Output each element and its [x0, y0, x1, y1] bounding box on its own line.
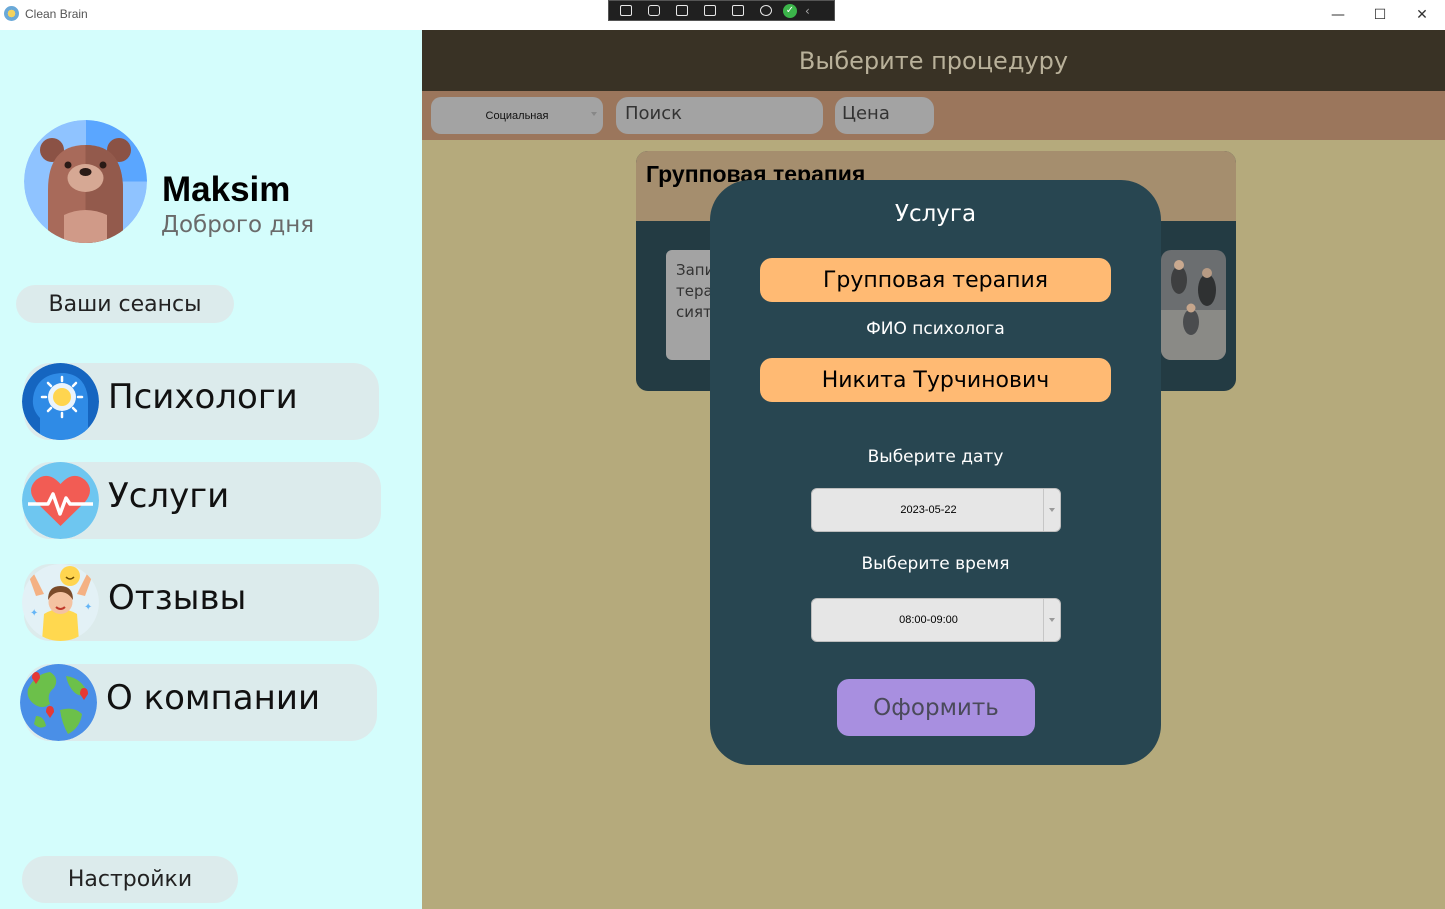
service-name-field: Групповая терапия	[760, 258, 1111, 302]
time-select-value: 08:00-09:00	[899, 614, 958, 626]
chevron-down-icon	[591, 112, 597, 116]
mind-icon	[22, 363, 99, 440]
nav-label: Услуги	[108, 476, 230, 516]
window-title: Clean Brain	[25, 7, 88, 21]
user-greeting: Доброго дня	[161, 212, 315, 238]
dropdown-arrow-icon[interactable]	[1043, 599, 1060, 641]
settings-button[interactable]: Настройки	[22, 856, 238, 903]
nav-item-about[interactable]: О компании	[20, 664, 377, 741]
record-icon[interactable]	[643, 3, 665, 19]
hot-reload-icon[interactable]	[755, 3, 777, 19]
frame-icon[interactable]	[699, 3, 721, 19]
collapse-icon[interactable]: ‹	[805, 4, 810, 18]
price-input[interactable]: Цена	[835, 97, 934, 134]
date-select[interactable]: 2023-05-22	[811, 488, 1061, 532]
minimize-button[interactable]: —	[1315, 0, 1361, 30]
filter-bar: Социальная Поиск Цена	[422, 91, 1445, 140]
app-logo-icon	[4, 6, 19, 21]
pointer-icon[interactable]	[671, 3, 693, 19]
nav-label: О компании	[106, 678, 321, 718]
close-button[interactable]: ✕	[1399, 0, 1445, 30]
date-select-value: 2023-05-22	[900, 504, 957, 516]
globe-icon	[20, 664, 97, 741]
category-select[interactable]: Социальная	[431, 97, 603, 134]
booking-dialog: Услуга Групповая терапия ФИО психолога Н…	[710, 180, 1161, 765]
category-select-value: Социальная	[485, 109, 549, 122]
user-name: Maksim	[162, 170, 291, 209]
page-title: Выберите процедуру	[422, 30, 1445, 91]
service-card-photo	[1161, 250, 1226, 360]
title-bar: Clean Brain ✓ ‹ — ☐ ✕	[0, 0, 1445, 30]
submit-button[interactable]: Оформить	[837, 679, 1035, 736]
nav-item-reviews[interactable]: ✦ ✦ Отзывы	[22, 564, 379, 641]
debug-toolbar: ✓ ‹	[608, 0, 835, 21]
search-input[interactable]: Поиск	[616, 97, 823, 134]
select-element-icon[interactable]	[615, 3, 637, 19]
sessions-button[interactable]: Ваши сеансы	[16, 285, 234, 323]
nav-item-psychologists[interactable]: Психологи	[22, 363, 379, 440]
maximize-button[interactable]: ☐	[1357, 0, 1403, 30]
dialog-title: Услуга	[894, 201, 977, 227]
happy-person-icon: ✦ ✦	[22, 564, 99, 641]
nav-label: Психологи	[108, 377, 298, 417]
layout-icon[interactable]	[727, 3, 749, 19]
dropdown-arrow-icon[interactable]	[1043, 489, 1060, 531]
nav-item-services[interactable]: Услуги	[22, 462, 381, 539]
svg-text:✦: ✦	[84, 602, 92, 613]
svg-text:✦: ✦	[30, 608, 38, 619]
heart-pulse-icon	[22, 462, 99, 539]
time-label: Выберите время	[861, 554, 1010, 574]
nav-label: Отзывы	[108, 578, 247, 618]
time-select[interactable]: 08:00-09:00	[811, 598, 1061, 642]
psychologist-name-field: Никита Турчинович	[760, 358, 1111, 402]
sidebar: Maksim Доброго дня Ваши сеансы Психологи	[0, 30, 422, 909]
bear-avatar-icon	[24, 120, 147, 243]
date-label: Выберите дату	[867, 447, 1004, 467]
check-icon[interactable]: ✓	[783, 3, 797, 18]
psychologist-label: ФИО психолога	[866, 319, 1005, 339]
